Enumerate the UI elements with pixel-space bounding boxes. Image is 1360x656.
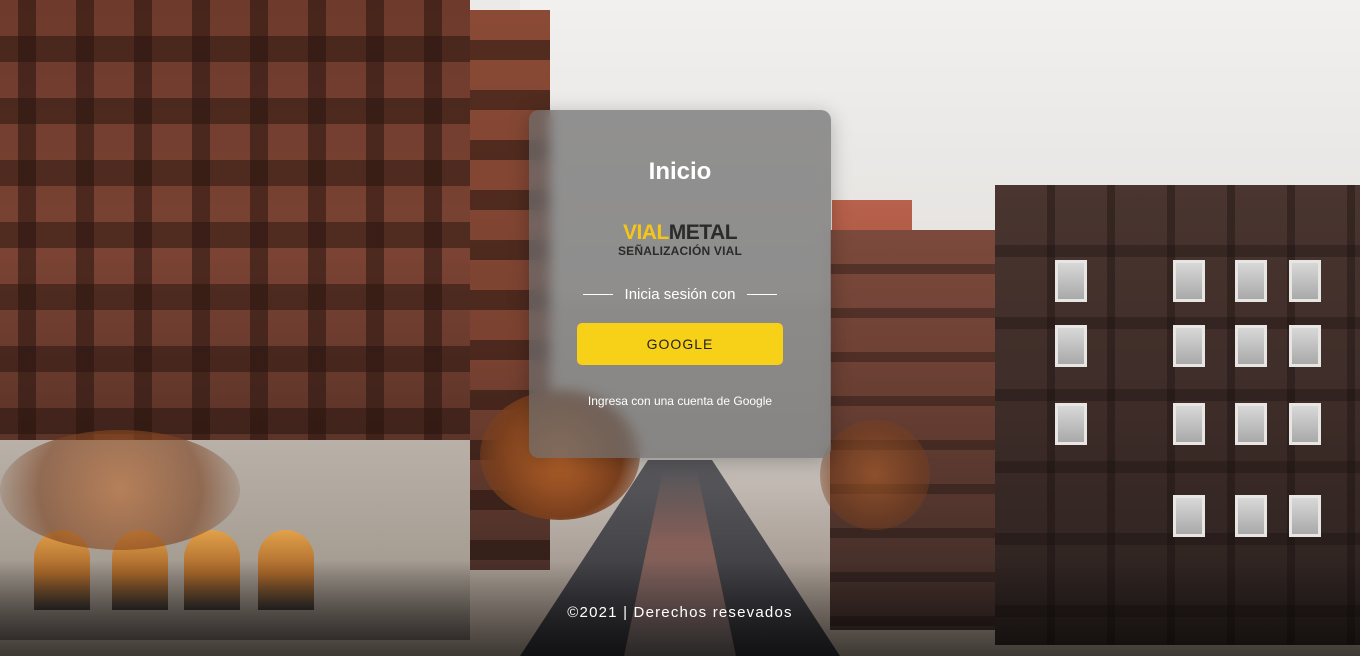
window bbox=[1173, 260, 1205, 302]
window bbox=[1055, 403, 1087, 445]
window bbox=[1055, 260, 1087, 302]
window bbox=[1289, 403, 1321, 445]
google-signin-button[interactable]: GOOGLE bbox=[577, 323, 783, 365]
tree bbox=[0, 430, 240, 550]
login-card: Inicio VIALMETAL SEÑALIZACIÓN VIAL Inici… bbox=[529, 110, 831, 458]
background-photo: Inicio VIALMETAL SEÑALIZACIÓN VIAL Inici… bbox=[0, 0, 1360, 656]
window bbox=[1289, 260, 1321, 302]
signin-divider: Inicia sesión con bbox=[529, 286, 831, 303]
window bbox=[1173, 403, 1205, 445]
divider-line-right bbox=[747, 294, 778, 295]
window bbox=[1235, 325, 1267, 367]
login-title: Inicio bbox=[648, 158, 712, 185]
window bbox=[1055, 325, 1087, 367]
vialmetal-logo: VIALMETAL SEÑALIZACIÓN VIAL bbox=[529, 221, 831, 259]
signin-divider-text: Inicia sesión con bbox=[624, 286, 736, 303]
window bbox=[1235, 260, 1267, 302]
divider-line-left bbox=[582, 294, 613, 295]
window bbox=[1235, 403, 1267, 445]
window bbox=[1173, 325, 1205, 367]
window bbox=[1289, 325, 1321, 367]
window bbox=[1289, 495, 1321, 537]
logo-brand-part2: METAL bbox=[668, 221, 738, 244]
logo-tagline: SEÑALIZACIÓN VIAL bbox=[617, 244, 743, 258]
window bbox=[1173, 495, 1205, 537]
copyright-footer: ©2021 | Derechos resevados bbox=[567, 604, 793, 621]
logo-brand-part1: VIAL bbox=[622, 221, 669, 244]
google-account-hint: Ingresa con una cuenta de Google bbox=[587, 394, 773, 408]
window bbox=[1235, 495, 1267, 537]
tree bbox=[820, 420, 930, 530]
